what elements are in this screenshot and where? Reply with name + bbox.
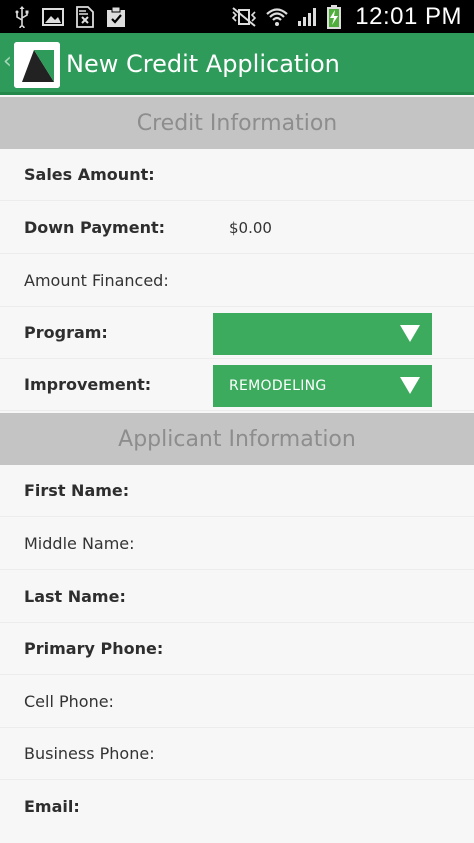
clipboard-icon: [106, 6, 126, 28]
middle-name-label: Middle Name:: [24, 534, 135, 553]
applicant-section-header: Applicant Information: [0, 413, 474, 465]
file-x-icon: [76, 5, 94, 28]
improvement-label: Improvement:: [24, 375, 152, 394]
business-phone-row[interactable]: Business Phone:: [0, 728, 474, 780]
middle-name-row[interactable]: Middle Name:: [0, 518, 474, 570]
amount-financed-row[interactable]: Amount Financed:: [0, 255, 474, 307]
sales-amount-label: Sales Amount:: [24, 165, 155, 184]
back-chevron-icon[interactable]: ‹: [3, 49, 12, 74]
improvement-dropdown[interactable]: REMODELING: [213, 365, 432, 407]
cell-phone-row[interactable]: Cell Phone:: [0, 676, 474, 728]
status-bar: 12:01 PM: [0, 0, 474, 33]
status-icons-left: [14, 0, 126, 33]
usb-icon: [14, 5, 30, 28]
status-icons-right: 12:01 PM: [231, 0, 462, 33]
email-row[interactable]: Email:: [0, 781, 474, 833]
amount-financed-label: Amount Financed:: [24, 271, 169, 290]
email-label: Email:: [24, 797, 80, 816]
credit-section-header: Credit Information: [0, 97, 474, 149]
down-payment-row[interactable]: Down Payment: $0.00: [0, 202, 474, 254]
battery-charging-icon: [327, 4, 342, 29]
signal-icon: [297, 7, 319, 27]
action-bar: ‹ New Credit Application: [0, 33, 474, 95]
primary-phone-row[interactable]: Primary Phone:: [0, 623, 474, 675]
wifi-icon: [265, 7, 289, 27]
app-logo[interactable]: [14, 42, 60, 88]
status-time: 12:01 PM: [355, 2, 462, 30]
dropdown-arrow-icon: [400, 377, 420, 394]
primary-phone-label: Primary Phone:: [24, 639, 164, 658]
sales-amount-row[interactable]: Sales Amount:: [0, 149, 474, 201]
vibrate-mute-icon: [231, 6, 257, 27]
last-name-label: Last Name:: [24, 587, 126, 606]
program-dropdown[interactable]: [213, 313, 432, 355]
first-name-label: First Name:: [24, 481, 130, 500]
down-payment-label: Down Payment:: [24, 218, 166, 237]
improvement-row: Improvement: REMODELING: [0, 359, 474, 411]
last-name-row[interactable]: Last Name:: [0, 571, 474, 623]
dropdown-arrow-icon: [400, 325, 420, 342]
program-label: Program:: [24, 323, 108, 342]
page-title: New Credit Application: [66, 50, 340, 78]
down-payment-value[interactable]: $0.00: [229, 202, 272, 254]
improvement-dropdown-value: REMODELING: [229, 378, 327, 394]
cell-phone-label: Cell Phone:: [24, 692, 114, 711]
business-phone-label: Business Phone:: [24, 744, 155, 763]
image-icon: [42, 7, 64, 26]
program-row: Program:: [0, 307, 474, 359]
first-name-row[interactable]: First Name:: [0, 465, 474, 517]
